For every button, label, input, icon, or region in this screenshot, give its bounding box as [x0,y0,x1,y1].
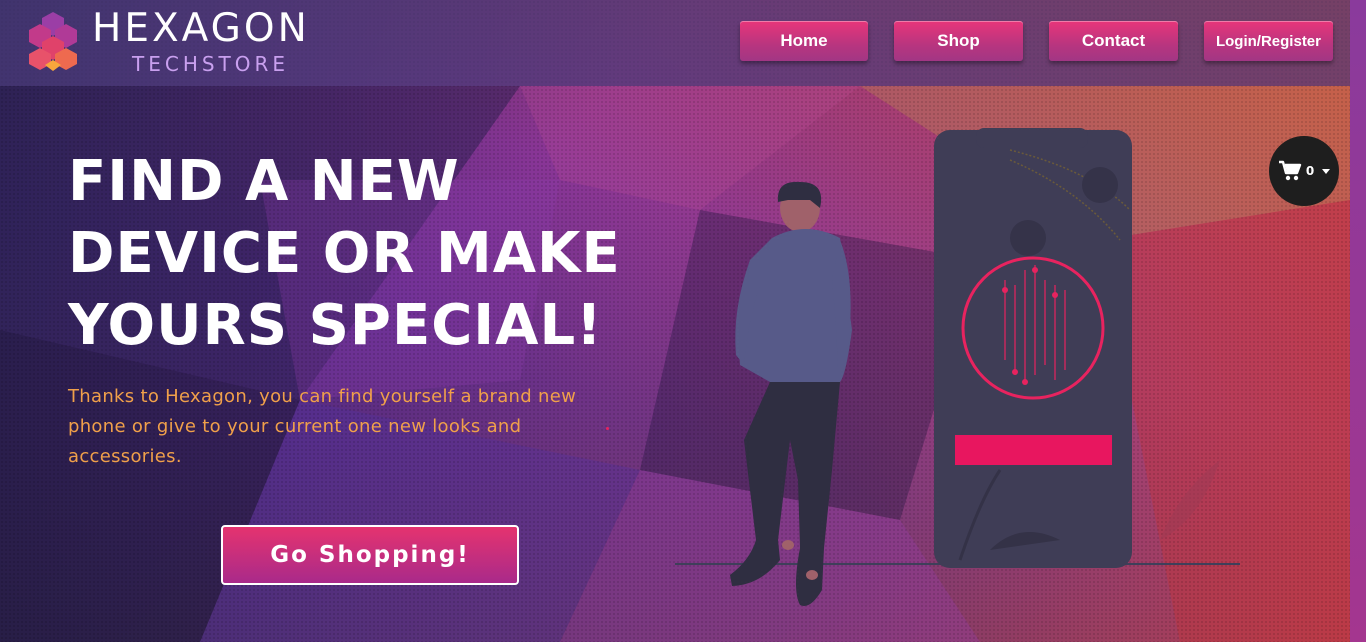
cart-button[interactable]: 0 [1269,136,1339,206]
chevron-down-icon [1322,168,1331,174]
nav-shop-button[interactable]: Shop [894,21,1023,61]
nav-login-register-button[interactable]: Login/Register [1204,21,1333,61]
brand-subtitle: TECHSTORE [132,52,290,76]
decorative-dot [606,427,609,430]
shopping-cart-icon [1278,160,1302,181]
hero-subtext: Thanks to Hexagon, you can find yourself… [68,386,577,467]
nav-home-button[interactable]: Home [740,21,868,61]
person-with-phone-illustration [675,128,1240,606]
headline-line-2: DEVICE OR MAKE [68,221,621,286]
hexagon-logo-icon[interactable] [26,10,80,72]
hero-headline: FIND A NEW DEVICE OR MAKE YOURS SPECIAL! [68,146,648,362]
headline-line-3: YOURS SPECIAL! [68,293,603,358]
nav-contact-button[interactable]: Contact [1049,21,1178,61]
cart-count: 0 [1305,164,1315,178]
brand-name: HEXAGON [92,6,310,51]
go-shopping-button[interactable]: Go Shopping! [221,525,519,585]
headline-line-1: FIND A NEW [68,149,460,214]
right-edge-strip [1350,0,1366,642]
